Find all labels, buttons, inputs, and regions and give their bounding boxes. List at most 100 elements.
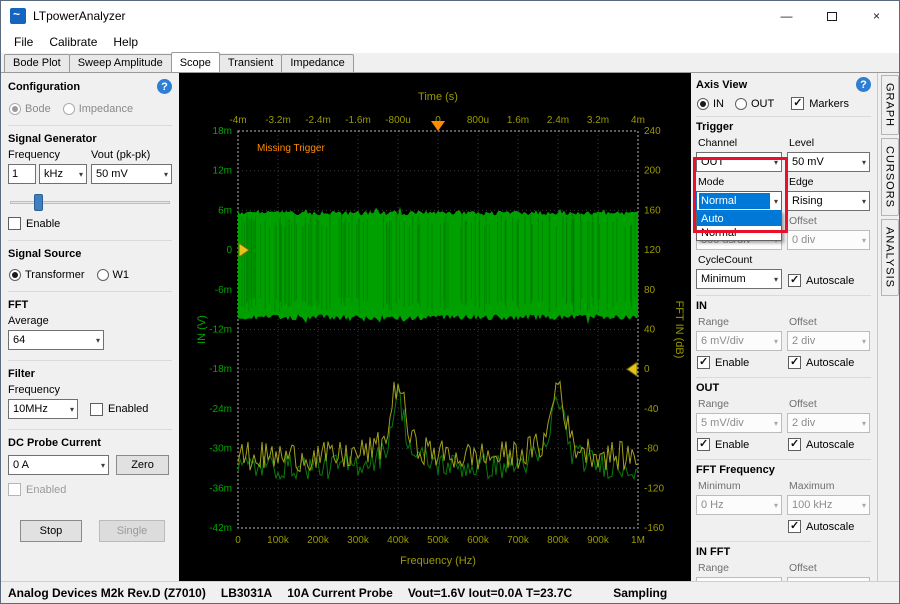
frequency-unit-combo[interactable]: kHz ▾ <box>39 164 87 184</box>
side-tab-graph[interactable]: GRAPH <box>881 75 899 135</box>
side-tab-cursors[interactable]: CURSORS <box>881 138 899 216</box>
axis-tick-label: -160 <box>644 523 664 534</box>
fft-min-value: 0 Hz <box>701 499 724 511</box>
side-tab-analysis[interactable]: ANALYSIS <box>881 219 899 296</box>
radio-bode[interactable]: Bode <box>9 103 51 115</box>
in-autoscale-checkbox[interactable]: Autoscale <box>788 356 870 369</box>
in-fft-range-label: Range <box>698 562 782 575</box>
axis-tick-label: 12m <box>213 166 232 177</box>
vout-label: Vout (pk-pk) <box>91 149 172 161</box>
chevron-down-icon: ▾ <box>862 197 866 206</box>
chevron-down-icon: ▾ <box>862 158 866 167</box>
out-range-label: Range <box>698 398 782 411</box>
out-autoscale-label: Autoscale <box>806 439 854 451</box>
help-icon[interactable]: ? <box>856 77 871 92</box>
radio-w1-label: W1 <box>113 269 130 281</box>
right-panel: Axis View ? IN OUT Markers Trig <box>691 73 877 581</box>
in-range-value: 6 mV/div <box>701 335 744 347</box>
trigger-autoscale-checkbox[interactable]: Autoscale <box>788 274 870 287</box>
dc-probe-title: DC Probe Current <box>8 437 172 449</box>
axis-tick-label: 1M <box>631 535 645 546</box>
axis-view-title: Axis View <box>696 79 747 91</box>
dc-probe-current-combo[interactable]: 0 A ▾ <box>8 455 109 475</box>
amplitude-slider[interactable] <box>10 193 170 213</box>
out-offset-value: 2 div <box>792 417 815 429</box>
fft-min-label: Minimum <box>698 480 782 493</box>
chevron-down-icon: ▾ <box>862 236 866 245</box>
help-icon[interactable]: ? <box>157 79 172 94</box>
radio-w1[interactable]: W1 <box>97 269 130 281</box>
dc-probe-enabled-checkbox[interactable]: Enabled <box>8 483 172 496</box>
stop-button[interactable]: Stop <box>20 520 82 542</box>
filter-enabled-checkbox[interactable]: Enabled <box>90 403 148 416</box>
signal-generator-section: Signal Generator Frequency Vout (pk-pk) … <box>8 125 172 230</box>
radio-axis-in[interactable]: IN <box>697 98 724 110</box>
menu-calibrate[interactable]: Calibrate <box>41 32 105 52</box>
chevron-down-icon: ▾ <box>79 170 83 179</box>
generator-enable-box <box>8 217 21 230</box>
close-button[interactable]: × <box>854 1 899 31</box>
app-icon <box>10 8 26 24</box>
axis-tick-label: -24m <box>209 404 232 415</box>
radio-transformer[interactable]: Transformer <box>9 269 85 281</box>
chevron-down-icon: ▾ <box>774 419 778 428</box>
tab-sweep-amplitude[interactable]: Sweep Amplitude <box>69 54 172 72</box>
axis-tick-label: -42m <box>209 523 232 534</box>
slider-thumb[interactable] <box>34 194 43 211</box>
axis-tick-label: 300k <box>347 535 370 546</box>
filter-frequency-combo[interactable]: 10MHz ▾ <box>8 399 78 419</box>
fft-frequency-autoscale-checkbox[interactable]: Autoscale <box>788 520 870 533</box>
fft-max-combo: 100 kHz ▾ <box>787 495 870 515</box>
tab-transient[interactable]: Transient <box>219 54 282 72</box>
out-autoscale-checkbox[interactable]: Autoscale <box>788 438 870 451</box>
generator-enable-checkbox[interactable]: Enable <box>8 217 172 230</box>
fft-average-combo[interactable]: 64 ▾ <box>8 330 104 350</box>
zero-button[interactable]: Zero <box>116 455 169 475</box>
tab-scope[interactable]: Scope <box>171 52 220 72</box>
tab-bode-plot[interactable]: Bode Plot <box>4 54 70 72</box>
trigger-position-marker[interactable] <box>431 121 445 131</box>
radio-impedance[interactable]: Impedance <box>63 103 133 115</box>
menu-help[interactable]: Help <box>105 32 146 52</box>
frequency-unit-value: kHz <box>44 168 63 180</box>
fft-level-marker[interactable] <box>627 362 637 376</box>
filter-enabled-box <box>90 403 103 416</box>
maximize-button[interactable] <box>809 1 854 31</box>
in-enable-checkbox[interactable]: Enable <box>697 356 782 369</box>
axis-tick-label: -3.2m <box>265 115 291 126</box>
out-range-combo: 5 mV/div ▾ <box>696 413 782 433</box>
markers-checkbox[interactable]: Markers <box>791 97 849 110</box>
trigger-channel-combo[interactable]: OUT ▾ <box>696 152 782 172</box>
mode-option-normal[interactable]: Normal <box>697 226 781 240</box>
axis-tick-label: 600k <box>467 535 490 546</box>
out-range-value: 5 mV/div <box>701 417 744 429</box>
chevron-down-icon: ▾ <box>101 461 105 470</box>
app-window: LTpowerAnalyzer — × File Calibrate Help … <box>0 0 900 604</box>
axis-tick-label: -40 <box>644 404 659 415</box>
filter-frequency-label: Frequency <box>8 384 172 396</box>
out-offset-label: Offset <box>789 398 870 411</box>
vout-combo[interactable]: 50 mV ▾ <box>91 164 172 184</box>
trigger-mode-combo[interactable]: Normal ▾ Auto Normal <box>696 191 782 211</box>
fft-min-combo: 0 Hz ▾ <box>696 495 782 515</box>
menu-bar: File Calibrate Help <box>1 31 899 53</box>
minimize-button[interactable]: — <box>764 1 809 31</box>
tab-impedance[interactable]: Impedance <box>281 54 353 72</box>
mode-option-auto[interactable]: Auto <box>697 212 781 226</box>
out-enable-checkbox[interactable]: Enable <box>697 438 782 451</box>
chevron-down-icon: ▾ <box>862 501 866 510</box>
frequency-input[interactable] <box>8 164 36 184</box>
out-enable-box <box>697 438 710 451</box>
filter-frequency-value: 10MHz <box>13 403 48 415</box>
out-section: OUT Range Offset 5 mV/div ▾ 2 div ▾ Enab… <box>696 377 871 453</box>
chevron-down-icon: ▾ <box>70 405 74 414</box>
trigger-edge-combo[interactable]: Rising ▾ <box>787 191 870 211</box>
trigger-cyclecount-combo[interactable]: Minimum ▾ <box>696 269 782 289</box>
axis-tick-label: -18m <box>209 364 232 375</box>
radio-axis-out[interactable]: OUT <box>735 98 774 110</box>
top-axis-title: Time (s) <box>418 91 458 103</box>
markers-label: Markers <box>809 98 849 110</box>
bottom-axis-title: Frequency (Hz) <box>400 555 476 567</box>
menu-file[interactable]: File <box>6 32 41 52</box>
trigger-level-combo[interactable]: 50 mV ▾ <box>787 152 870 172</box>
